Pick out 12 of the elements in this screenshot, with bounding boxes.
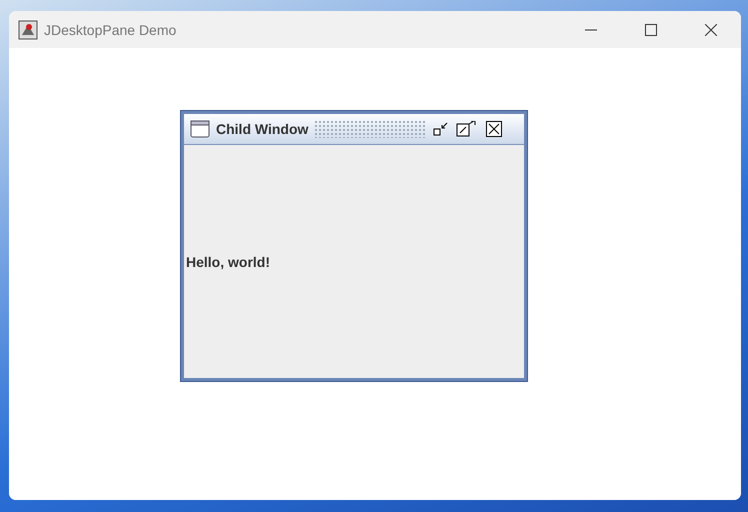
hello-label: Hello, world! — [186, 254, 270, 270]
internal-frame-title: Child Window — [216, 121, 308, 137]
close-icon — [705, 24, 717, 36]
close-icon — [486, 121, 502, 137]
iconify-button[interactable] — [432, 121, 450, 137]
maximize-button[interactable] — [456, 121, 476, 137]
maximize-icon — [456, 121, 476, 137]
close-button[interactable] — [486, 121, 502, 137]
window-icon — [190, 120, 210, 138]
maximize-icon — [645, 24, 657, 36]
window-title: JDesktopPane Demo — [44, 22, 176, 38]
iconify-icon — [432, 121, 450, 137]
